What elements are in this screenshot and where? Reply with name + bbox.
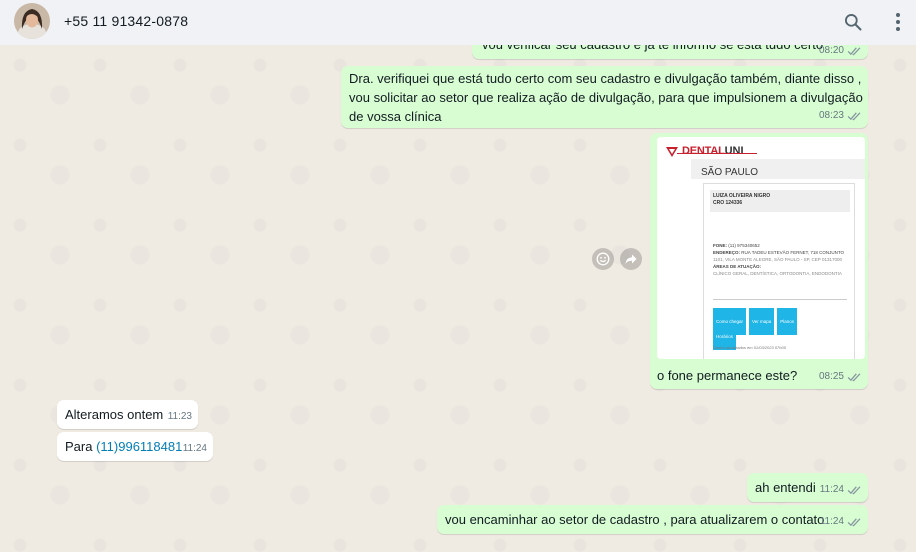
message-incoming[interactable]: Alteramos ontem 11:23 [57,400,198,429]
listing-details: FONE: (11) 975340652 ENDEREÇO: RUA TADEU… [713,243,845,276]
double-check-icon [847,517,861,526]
forward-icon[interactable] [620,248,642,270]
menu-dots-icon[interactable] [884,8,912,36]
double-check-icon [847,46,861,55]
planos-button: Planos [777,308,798,335]
message-outgoing[interactable]: vou encaminhar ao setor de cadastro , pa… [437,505,868,534]
listing-card: LUIZA OLIVEIRA NIGRO CRO 124336 FONE: (1… [703,183,855,359]
chat-area: vou verificar seu cadastro e já te infor… [0,45,916,552]
doctor-name: LUIZA OLIVEIRA NIGRO [713,193,771,199]
message-incoming[interactable]: Para (11)996118481 11:24 [57,432,213,461]
double-check-icon [847,372,861,381]
message-time: 11:24 [182,443,207,454]
message-text: ah entendi [755,480,816,495]
message-time: 11:23 [167,411,192,422]
cro-number: CRO 124336 [713,200,743,206]
double-check-icon [847,485,861,494]
image-caption: o fone permanece este? [657,368,798,383]
image-attachment[interactable]: DENTAL UNI SÃO PAULO LUIZA OLIVEIRA NIGRO… [657,137,865,359]
phone-link[interactable]: (11)996118481 [96,439,182,454]
updated-text: Dados atualizados em 01/03/2023 07h00 [713,345,786,350]
message-text: vou encaminhar ao setor de cadastro , pa… [445,512,825,527]
message-time: 11:24 [820,480,862,499]
message-time: 08:25 [819,367,862,386]
message-text: Dra. verifiquei que está tudo certo com … [349,71,863,124]
avatar[interactable] [14,3,50,39]
message-text: vou verificar seu cadastro e já te infor… [482,45,823,54]
message-time: 08:23 [819,106,862,125]
message-outgoing[interactable]: vou verificar seu cadastro e já te infor… [472,45,868,59]
message-image[interactable]: DENTAL UNI SÃO PAULO LUIZA OLIVEIRA NIGRO… [650,133,868,389]
message-text: Alteramos ontem [65,407,164,422]
message-time: 11:24 [820,512,862,531]
message-outgoing[interactable]: Dra. verifiquei que está tudo certo com … [341,66,868,128]
region-bar: SÃO PAULO [691,159,865,179]
chat-header: +55 11 91342-0878 [0,0,916,45]
emoji-icon[interactable] [592,248,614,270]
ver-mapa-button: Ver mapa [749,308,775,335]
double-check-icon [847,111,861,120]
message-time: 08:20 [819,45,862,60]
search-icon[interactable] [839,8,867,36]
message-outgoing[interactable]: ah entendi 11:24 [747,473,868,502]
message-text: Para (11)996118481 [65,439,183,454]
contact-name[interactable]: +55 11 91342-0878 [64,13,188,29]
